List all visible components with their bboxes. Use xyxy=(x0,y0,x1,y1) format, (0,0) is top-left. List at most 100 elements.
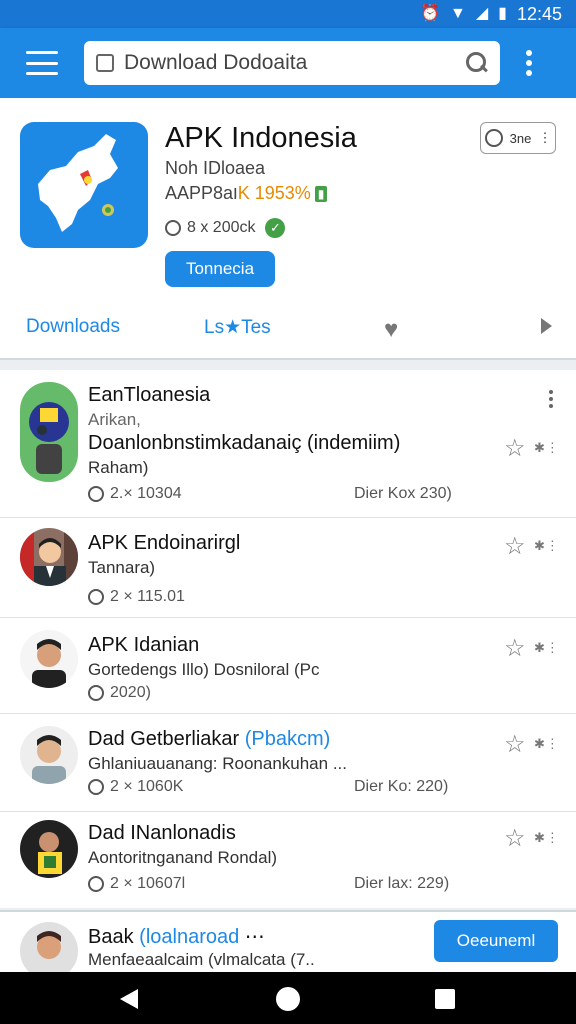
avatar xyxy=(20,630,78,688)
battery-icon: ▮ xyxy=(498,5,507,22)
list-item-title-text: Dad Getberliakar xyxy=(88,728,240,750)
list-item-title: EanTloanesia xyxy=(88,384,211,406)
star-icon[interactable]: ☆ xyxy=(504,532,526,561)
list-item-meta: 2 × 115.01 xyxy=(88,588,185,606)
list-item-title-highlight: (Pbakcm) xyxy=(244,728,331,750)
avatar xyxy=(20,726,78,784)
heart-icon[interactable]: ♥ xyxy=(384,316,398,344)
clock-icon xyxy=(88,486,104,502)
share-icon[interactable]: ✱⋮ xyxy=(534,736,560,752)
list-item[interactable]: Dad Getberliakar (Pbakcm) Ghlaniuauanang… xyxy=(0,714,576,812)
list-item[interactable]: APK Idanian Gortedengs Illo) Dosniloral … xyxy=(0,618,576,714)
list-item-subtitle: Tannara) xyxy=(88,558,156,577)
list-item-subtitle: Gortedengs Illo) Dosniloral (Pc xyxy=(88,660,320,679)
list-item[interactable]: EanTloanesia Arikan, Doanlonbnstimkadana… xyxy=(0,370,576,518)
app-map-icon xyxy=(20,122,148,248)
rating-badge-icon: ▮ xyxy=(314,186,328,203)
star-icon[interactable]: ☆ xyxy=(504,434,526,463)
app-info-highlight: K 1953% xyxy=(237,183,311,203)
list-item-description: Doanlonbnstimkadanaiç (indemiim) xyxy=(88,432,401,454)
star-icon[interactable]: ☆ xyxy=(504,824,526,853)
wifi-icon: ▼ xyxy=(449,5,466,22)
more-icon: ⋮ xyxy=(538,130,552,145)
app-info-line: AAPP8aוK 1953% ▮ xyxy=(165,183,328,204)
list-item[interactable]: Dad INanlonadis Aontoritnganand Rondal) … xyxy=(0,812,576,908)
app-bar xyxy=(0,28,576,98)
app-header-card: APK Indonesia Noh IDloaea AAPP8aוK 1953%… xyxy=(0,98,576,360)
hamburger-menu-icon[interactable] xyxy=(26,51,58,75)
home-icon[interactable] xyxy=(276,987,300,1011)
bottom-item-title: Baak (loalnaroad ⋯ xyxy=(88,924,265,949)
list-item-date: Dier Kox 230) xyxy=(354,485,452,502)
app-stats-text: 8 x 200ck xyxy=(187,219,256,236)
person-icon xyxy=(484,129,503,147)
app-list: EanTloanesia Arikan, Doanlonbnstimkadana… xyxy=(0,370,576,908)
app-title: APK Indonesia xyxy=(165,122,357,154)
star-icon[interactable]: ☆ xyxy=(504,634,526,663)
list-item-subtitle: Aontoritnganand Rondal) xyxy=(88,848,278,867)
app-stats: 8 x 200ck ✓ xyxy=(165,218,286,238)
more-vert-icon[interactable] xyxy=(549,390,555,408)
list-item-title: Dad Getberliakar (Pbakcm) xyxy=(88,728,330,751)
account-button[interactable]: 3ne ⋮ xyxy=(480,122,556,154)
list-item-date: Dier Ko: 220) xyxy=(354,778,449,795)
alarm-icon: ⏰ xyxy=(420,5,440,22)
bottom-list-item[interactable]: Baak (loalnaroad ⋯ Menfaeaalcaim (vlmalc… xyxy=(0,910,576,980)
bottom-item-title-highlight: (loalnaroad xyxy=(139,926,240,948)
share-icon[interactable]: ✱⋮ xyxy=(534,830,560,846)
verified-check-icon: ✓ xyxy=(265,218,286,238)
clock-icon xyxy=(88,779,104,795)
list-item-title: APK Endoinarirgl xyxy=(88,532,241,554)
overflow-menu-icon[interactable] xyxy=(526,50,532,76)
search-icon[interactable] xyxy=(466,52,488,74)
recent-apps-icon[interactable] xyxy=(435,989,455,1009)
bottom-item-subtitle: Menfaeaalcaim (vlmalcata (7.. xyxy=(88,950,315,969)
list-item-meta: 2.× 10304 xyxy=(88,485,182,503)
list-item-meta: 2020) xyxy=(88,684,151,702)
system-nav-bar xyxy=(0,972,576,1024)
list-item-meta-text: 2 × 115.01 xyxy=(110,588,185,605)
list-item-meta-text: 2 × 1060K xyxy=(110,778,184,795)
clock-icon xyxy=(88,876,104,892)
search-input[interactable] xyxy=(124,51,466,75)
list-item-meta-text: 2020) xyxy=(110,684,151,701)
list-item[interactable]: APK Endoinarirgl Tannara) 2 × 115.01 ☆ ✱… xyxy=(0,518,576,618)
star-icon[interactable]: ☆ xyxy=(504,730,526,759)
app-developer: Noh IDloaea xyxy=(165,158,266,178)
app-info-prefix: AAPP8aו xyxy=(165,183,238,203)
clock-icon xyxy=(88,589,104,605)
list-item-meta-text: 2 × 10607l xyxy=(110,875,186,892)
bottom-action-button[interactable]: Oeeuneml xyxy=(434,920,558,962)
list-item-meta: 2 × 10607l xyxy=(88,875,185,893)
install-button[interactable]: Tonnecia xyxy=(165,251,275,287)
ellipsis-icon: ⋯ xyxy=(244,926,265,948)
signal-icon: ◢ xyxy=(475,5,489,22)
avatar xyxy=(20,382,78,482)
tab-favorites[interactable]: Ls★Tes xyxy=(204,316,271,339)
avatar xyxy=(20,820,78,878)
status-bar: ⏰ ▼ ◢ ▮ 12:45 xyxy=(0,0,576,28)
back-icon[interactable] xyxy=(120,989,138,1009)
share-icon[interactable]: ✱⋮ xyxy=(534,640,560,656)
list-item-subtitle: Ghlaniuauanang: Roonankuhan ... xyxy=(88,754,347,773)
clock-icon xyxy=(88,685,104,701)
list-item-title: Dad INanlonadis xyxy=(88,822,236,844)
clock-icon xyxy=(165,220,181,236)
list-item-meta: 2 × 1060K xyxy=(88,778,183,796)
list-item-meta-text: 2.× 10304 xyxy=(110,485,182,502)
bottom-item-title-text: Baak xyxy=(88,926,134,948)
share-icon[interactable]: ✱⋮ xyxy=(534,538,560,554)
lock-icon xyxy=(96,54,114,72)
chevron-right-icon[interactable] xyxy=(541,318,552,334)
share-icon[interactable]: ✱⋮ xyxy=(534,440,560,456)
tab-downloads[interactable]: Downloads xyxy=(26,316,120,338)
tab-bar: Downloads Ls★Tes ♥ xyxy=(0,308,576,348)
account-button-label: 3ne xyxy=(509,130,532,146)
list-item-date: Dier lax: 229) xyxy=(354,875,450,892)
search-bar[interactable] xyxy=(84,41,500,85)
list-item-note: Raham) xyxy=(88,458,149,477)
list-item-title: APK Idanian xyxy=(88,634,200,656)
status-time: 12:45 xyxy=(516,3,562,24)
list-item-subtitle: Arikan, xyxy=(88,410,141,429)
avatar xyxy=(20,528,78,586)
